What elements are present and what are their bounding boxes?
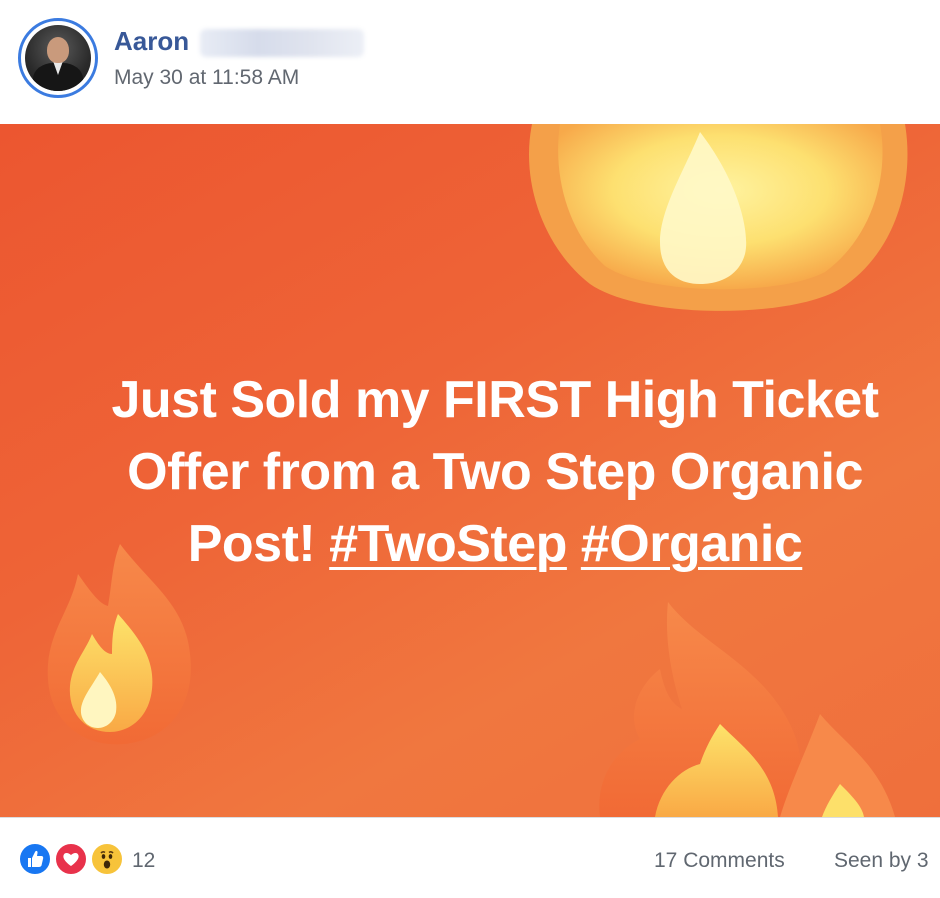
author-surname-redacted (200, 29, 364, 57)
post-header: Aaron May 30 at 11:58 AM (0, 0, 940, 124)
like-icon (18, 842, 52, 876)
banner-line-3: Post! (187, 515, 330, 573)
love-icon (54, 842, 88, 876)
hashtag-twostep-link[interactable]: #TwoStep (329, 515, 567, 573)
banner-line-2: Offer from a Two Step Organic (127, 443, 863, 501)
profile-photo-icon (25, 25, 91, 91)
banner-line-1: Just Sold my FIRST High Ticket (111, 371, 879, 429)
reaction-count[interactable]: 12 (132, 849, 155, 873)
author-name[interactable]: Aaron (114, 26, 189, 57)
seen-by-link[interactable]: Seen by 3 (834, 849, 929, 873)
fire-icon-bottom-right (599, 602, 895, 817)
comments-link[interactable]: 17 Comments (654, 849, 785, 873)
post-footer: 12 17 Comments Seen by 3 (0, 817, 940, 898)
banner-message: Just Sold my FIRST High Ticket Offer fro… (40, 364, 940, 580)
post-timestamp[interactable]: May 30 at 11:58 AM (114, 66, 299, 90)
wow-icon (90, 842, 124, 876)
post-banner[interactable]: Just Sold my FIRST High Ticket Offer fro… (0, 124, 940, 817)
author-avatar[interactable] (18, 18, 98, 98)
fire-icon-top-right (529, 124, 908, 311)
post-card: Aaron May 30 at 11:58 AM Just Sold my FI… (0, 0, 940, 898)
hashtag-organic-link[interactable]: #Organic (581, 515, 803, 573)
